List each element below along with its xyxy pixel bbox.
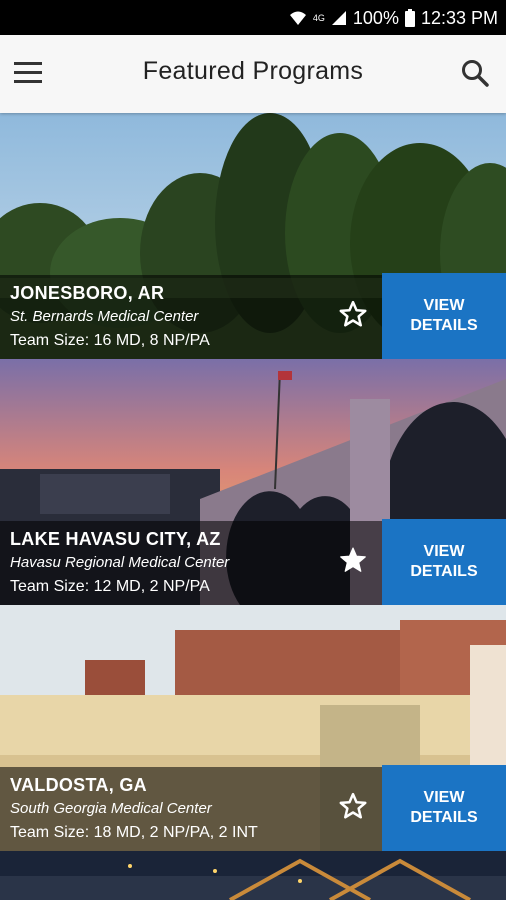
signal-icon [331,11,346,25]
network-type-label: 4G [312,13,325,23]
program-city: LAKE HAVASU CITY, AZ [10,529,221,549]
program-info-panel: JONESBORO, AR St. Bernards Medical Cente… [0,275,382,359]
status-bar: 4G 100% 12:33 PM [0,0,506,35]
program-list[interactable]: JONESBORO, AR St. Bernards Medical Cente… [0,113,506,900]
view-details-button[interactable]: VIEW DETAILS [382,519,506,605]
program-info-panel: LAKE HAVASU CITY, AZ Havasu Regional Med… [0,521,382,605]
status-time: 12:33 PM [420,7,498,28]
program-card[interactable]: LAKE HAVASU CITY, AZ Havasu Regional Med… [0,359,506,605]
search-icon[interactable] [460,58,490,88]
view-details-button[interactable]: VIEW DETAILS [382,765,506,851]
program-city: JONESBORO, AR [10,283,165,303]
program-card[interactable]: VALDOSTA, GA South Georgia Medical Cente… [0,605,506,851]
wifi-icon [289,11,306,25]
program-city: VALDOSTA, GA [10,775,147,795]
program-card[interactable] [0,851,506,900]
page-title: Featured Programs [142,57,364,85]
program-hospital: St. Bernards Medical Center [10,308,199,325]
program-team-size: Team Size: 16 MD, 8 NP/PA [10,332,210,349]
star-outline-icon[interactable] [338,299,368,329]
app-bar: Featured Programs [0,35,506,113]
battery-icon [404,9,415,27]
program-info-panel: VALDOSTA, GA South Georgia Medical Cente… [0,767,382,851]
program-hospital: South Georgia Medical Center [10,800,212,817]
program-team-size: Team Size: 12 MD, 2 NP/PA [10,578,210,595]
view-details-button[interactable]: VIEW DETAILS [382,273,506,359]
program-team-size: Team Size: 18 MD, 2 NP/PA, 2 INT [10,824,258,841]
star-filled-icon[interactable] [338,545,368,575]
program-card[interactable]: JONESBORO, AR St. Bernards Medical Cente… [0,113,506,359]
star-outline-icon[interactable] [338,791,368,821]
status-icons: 4G 100% 12:33 PM [289,6,498,30]
program-photo [0,851,506,900]
program-hospital: Havasu Regional Medical Center [10,554,230,571]
battery-percent: 100% [352,7,399,28]
